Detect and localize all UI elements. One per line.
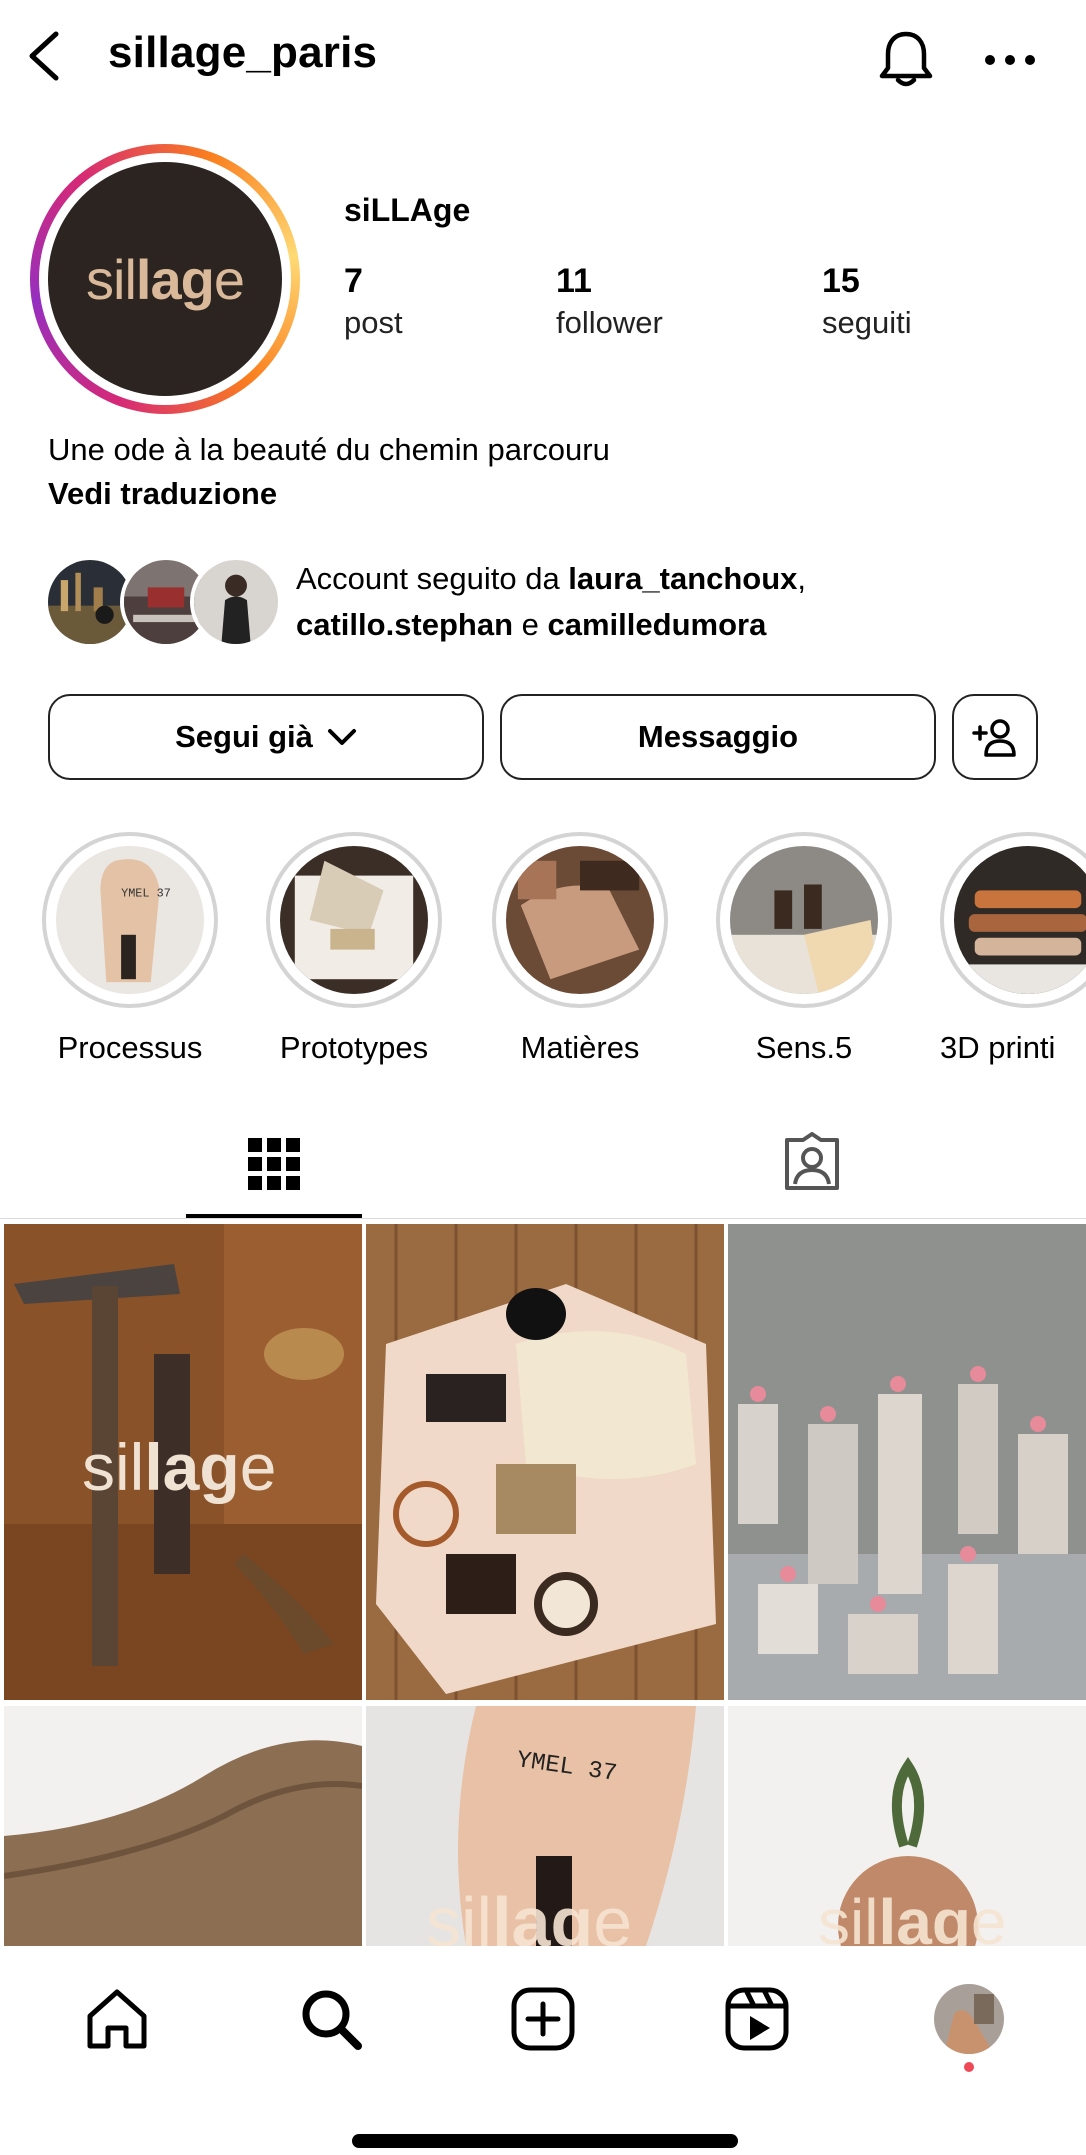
- page-title-username: sillage_paris: [108, 28, 378, 77]
- post-thumbnail[interactable]: [4, 1706, 362, 1946]
- highlight-3d-printing[interactable]: 3D printi: [940, 832, 1086, 1066]
- svg-text:sillage: sillage: [426, 1883, 632, 1946]
- profile-avatar-tab[interactable]: [934, 1984, 1004, 2054]
- create-post-icon[interactable]: [508, 1984, 578, 2054]
- reels-icon[interactable]: [722, 1984, 792, 2054]
- search-icon[interactable]: [296, 1984, 366, 2054]
- highlight-prototypes[interactable]: Prototypes: [266, 832, 442, 1066]
- grid-icon: [248, 1138, 300, 1190]
- posts-count[interactable]: 7 post: [344, 262, 403, 341]
- back-chevron-icon[interactable]: [24, 30, 64, 82]
- highlight-processus[interactable]: YMEL 37 Processus: [42, 832, 218, 1066]
- display-name: siLLAge: [344, 192, 471, 228]
- sillage-logo: sillage: [86, 247, 245, 311]
- svg-text:YMEL 37: YMEL 37: [121, 886, 171, 900]
- suggested-users-button[interactable]: [952, 694, 1038, 780]
- post-thumbnail[interactable]: [366, 1224, 724, 1700]
- highlight-matieres[interactable]: Matières: [492, 832, 668, 1066]
- see-translation-link[interactable]: Vedi traduzione: [48, 476, 277, 512]
- tab-divider: [0, 1218, 1086, 1219]
- followers-count[interactable]: 11 follower: [556, 262, 663, 341]
- home-icon[interactable]: [82, 1984, 152, 2054]
- home-indicator: [352, 2134, 738, 2148]
- profile-avatar-story-ring[interactable]: sillage: [30, 144, 300, 414]
- notification-dot: [964, 2062, 974, 2072]
- mutual-follower-avatar[interactable]: [190, 556, 282, 648]
- add-person-icon: [972, 719, 1016, 757]
- more-options-icon[interactable]: [980, 40, 1040, 80]
- following-count[interactable]: 15 seguiti: [822, 262, 912, 341]
- svg-text:sillage: sillage: [82, 1430, 276, 1504]
- message-button[interactable]: Messaggio: [500, 694, 936, 780]
- post-thumbnail[interactable]: [728, 1224, 1086, 1700]
- post-thumbnail[interactable]: YMEL 37 sillage: [366, 1706, 724, 1946]
- highlight-sens5[interactable]: Sens.5: [716, 832, 892, 1066]
- chevron-down-icon: [327, 729, 356, 745]
- profile-bio: Une ode à la beauté du chemin parcouru: [48, 432, 610, 467]
- tagged-person-icon: [785, 1132, 839, 1190]
- bell-icon[interactable]: [876, 28, 936, 90]
- following-dropdown-button[interactable]: Segui già: [48, 694, 484, 780]
- tab-tagged[interactable]: [724, 1120, 900, 1218]
- svg-text:sillage: sillage: [818, 1886, 1007, 1946]
- followed-by-text[interactable]: Account seguito da laura_tanchoux, catil…: [296, 556, 806, 648]
- post-thumbnail[interactable]: sillage: [4, 1224, 362, 1700]
- bottom-navigation: [0, 1946, 1086, 2096]
- post-thumbnail[interactable]: sillage: [728, 1706, 1086, 1946]
- profile-avatar: sillage: [48, 162, 282, 396]
- tab-posts-grid[interactable]: [186, 1120, 362, 1218]
